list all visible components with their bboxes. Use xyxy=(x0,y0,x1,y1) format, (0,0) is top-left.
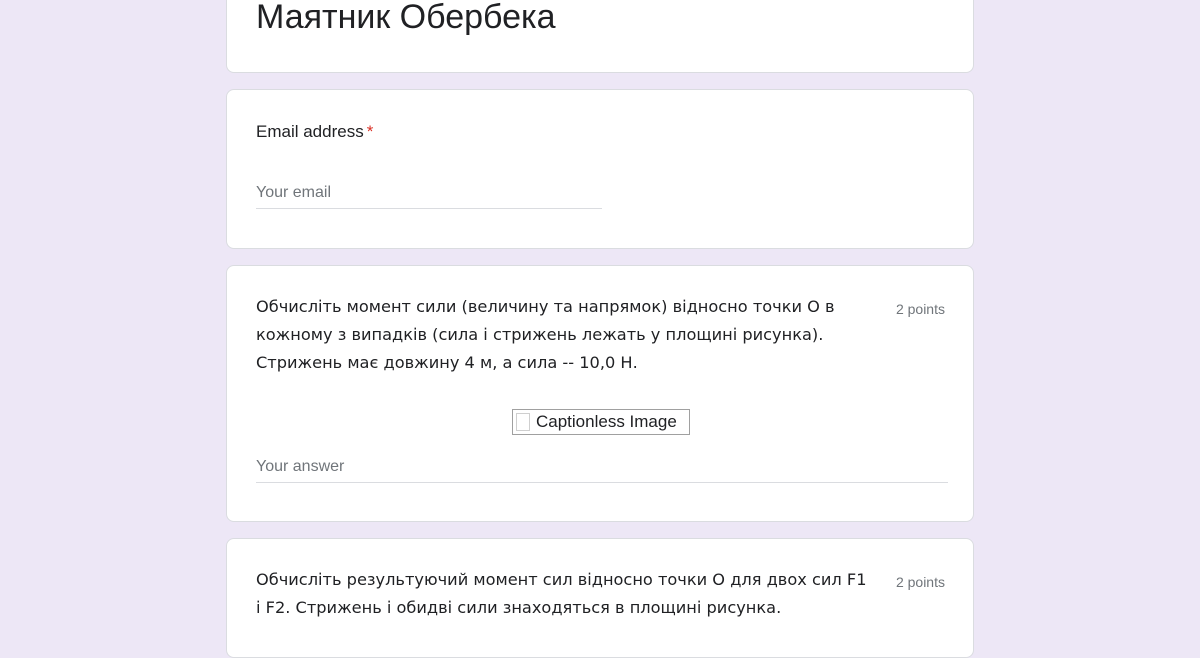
question-1-points: 2 points xyxy=(895,301,945,317)
email-input[interactable] xyxy=(256,184,602,209)
question-card-1: Обчисліть момент сили (величину та напря… xyxy=(226,265,974,522)
question-1-image-alt: Captionless Image xyxy=(536,412,677,431)
email-question-card: Email address * xyxy=(226,89,974,249)
question-2-points: 2 points xyxy=(895,574,945,590)
email-label: Email address * xyxy=(256,118,373,145)
form-title: Маятник Обербека xyxy=(256,0,556,36)
question-1-answer-input[interactable] xyxy=(256,458,948,483)
question-1-image: Captionless Image xyxy=(512,409,690,435)
required-asterisk: * xyxy=(366,122,374,141)
question-card-2: Обчисліть результуючий момент сил віднос… xyxy=(226,538,974,658)
broken-image-icon xyxy=(516,413,530,431)
question-1-text: Обчисліть момент сили (величину та напря… xyxy=(256,297,835,372)
question-2-text: Обчисліть результуючий момент сил віднос… xyxy=(256,570,867,617)
email-label-text: Email address xyxy=(256,122,364,141)
form-title-card: Маятник Обербека xyxy=(226,0,974,73)
